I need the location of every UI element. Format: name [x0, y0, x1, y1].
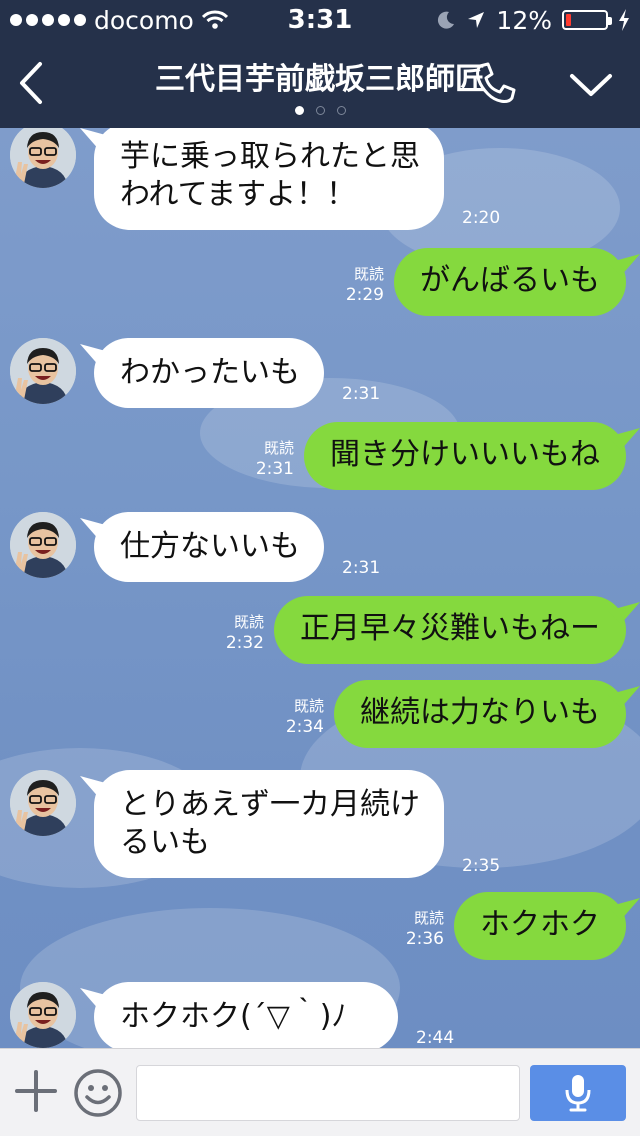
message-timestamp: 2:35	[462, 856, 501, 876]
read-label: 既読	[233, 613, 264, 631]
contact-avatar[interactable]	[10, 338, 76, 404]
message-text-line: 正月早々災難いもねー	[300, 611, 600, 646]
do-not-disturb-moon-icon	[438, 11, 455, 29]
message-text-line: わかったいも	[120, 355, 300, 390]
outgoing-message-bubble[interactable]: 正月早々災難いもねー	[274, 596, 626, 664]
message-text-line: とりあえず一カ月続け	[120, 787, 420, 822]
read-receipt: 既読 2:32	[226, 612, 264, 654]
page-dot	[294, 106, 304, 115]
incoming-message-bubble[interactable]: 仕方ないいも	[94, 512, 324, 582]
plus-icon[interactable]	[14, 1069, 58, 1113]
chat-area[interactable]: 芋に乗っ取られたと思 われてますよ！！ 2:20 がんばるいも 既読 2:29 わかったいも…	[0, 128, 640, 1048]
contact-avatar[interactable]	[10, 982, 76, 1048]
outgoing-message-bubble[interactable]: 聞き分けいいいもね	[304, 422, 626, 490]
message-text-line: われてますよ！！	[120, 177, 357, 212]
contact-avatar[interactable]	[10, 512, 76, 578]
incoming-message-bubble[interactable]: 芋に乗っ取られたと思 われてますよ！！	[94, 128, 444, 230]
read-receipt: 既読 2:34	[286, 696, 324, 738]
contact-avatar[interactable]	[10, 770, 76, 836]
chevron-down-icon[interactable]	[568, 68, 614, 102]
message-text-line: 継続は力なりいも	[360, 695, 600, 730]
message-timestamp: 2:20	[462, 208, 501, 228]
page-dot	[336, 106, 346, 115]
message-text-line: るいも	[120, 825, 210, 860]
outgoing-message-bubble[interactable]: がんばるいも	[394, 248, 626, 316]
outgoing-message-bubble[interactable]: 継続は力なりいも	[334, 680, 626, 748]
chat-header: 三代目芋前戯坂三郎師匠	[0, 40, 640, 128]
page-indicator	[0, 106, 640, 115]
message-text-line: 芋に乗っ取られたと思	[120, 139, 420, 174]
page-dot	[315, 106, 325, 115]
battery-percent: 12%	[496, 5, 552, 35]
message-text-line: ホクホク(´▽｀)ﾉ	[120, 999, 347, 1034]
message-timestamp: 2:29	[345, 285, 384, 305]
message-timestamp: 2:34	[285, 717, 324, 737]
message-timestamp: 2:32	[225, 633, 264, 653]
read-label: 既読	[413, 909, 444, 927]
input-bar	[0, 1048, 640, 1136]
back-chevron-icon[interactable]	[12, 58, 52, 108]
microphone-button[interactable]	[530, 1065, 626, 1121]
message-timestamp: 2:31	[342, 558, 381, 578]
phone-call-icon[interactable]	[470, 60, 518, 108]
location-arrow-icon	[468, 12, 485, 28]
message-text-line: ホクホク	[480, 907, 600, 942]
message-timestamp: 2:36	[405, 929, 444, 949]
read-receipt: 既読 2:29	[346, 264, 384, 306]
outgoing-message-bubble[interactable]: ホクホク	[454, 892, 626, 960]
read-label: 既読	[293, 697, 324, 715]
message-text-line: 仕方ないいも	[120, 529, 300, 564]
microphone-icon	[565, 1075, 591, 1112]
message-timestamp: 2:44	[416, 1028, 455, 1048]
status-bar: docomo 3:31 12%	[0, 0, 640, 40]
message-input[interactable]	[136, 1065, 520, 1121]
contact-avatar[interactable]	[10, 128, 76, 188]
emoji-icon[interactable]	[72, 1067, 124, 1119]
message-text-line: 聞き分けいいいもね	[330, 437, 600, 472]
incoming-message-bubble[interactable]: わかったいも	[94, 338, 324, 408]
battery-icon	[562, 10, 612, 30]
read-label: 既読	[353, 265, 384, 283]
incoming-message-bubble[interactable]: ホクホク(´▽｀)ﾉ	[94, 982, 398, 1048]
read-receipt: 既読 2:31	[256, 438, 294, 480]
message-timestamp: 2:31	[255, 459, 294, 479]
message-text-line: がんばるいも	[420, 263, 600, 298]
read-receipt: 既読 2:36	[406, 908, 444, 950]
read-label: 既読	[263, 439, 294, 457]
incoming-message-bubble[interactable]: とりあえず一カ月続け るいも	[94, 770, 444, 878]
charging-bolt-icon	[619, 9, 629, 31]
message-timestamp: 2:31	[342, 384, 381, 404]
